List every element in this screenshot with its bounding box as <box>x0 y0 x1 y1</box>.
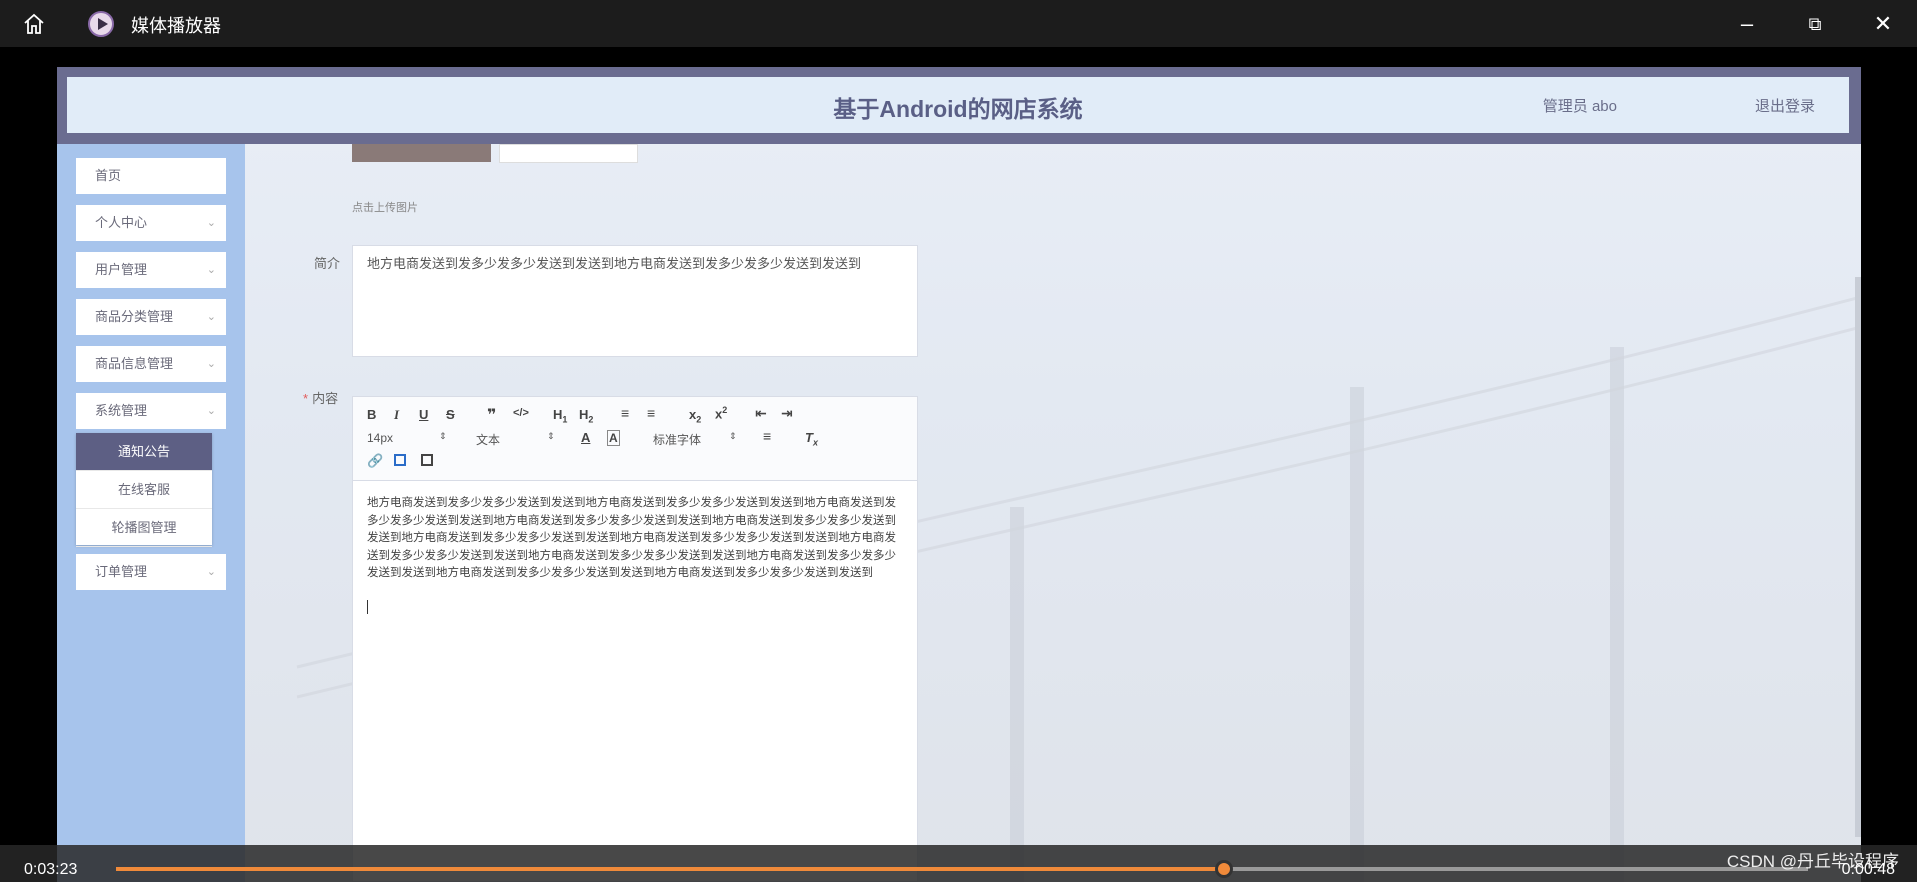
submenu-item-notice[interactable]: 通知公告 <box>76 433 212 471</box>
indent-icon[interactable]: ⇥ <box>781 405 793 422</box>
underline-icon[interactable]: U <box>419 407 428 422</box>
clear-format-icon[interactable]: Tx <box>805 430 818 448</box>
intro-label: 简介 <box>314 256 341 271</box>
page-scrollbar[interactable] <box>1855 277 1861 837</box>
required-mark: * <box>303 391 309 406</box>
sidebar-item-label: 商品分类管理 <box>95 309 174 324</box>
minimize-icon[interactable]: – <box>1733 10 1761 38</box>
superscript-icon[interactable]: x2 <box>715 405 727 421</box>
chevron-down-icon: ⌄ <box>206 217 216 229</box>
video-icon[interactable] <box>421 454 433 466</box>
sidebar-item-label: 系统管理 <box>95 403 148 418</box>
background-color-icon[interactable]: A <box>607 430 620 446</box>
font-family-select[interactable]: 标准字体 <box>653 431 701 448</box>
restore-icon[interactable]: ⧉ <box>1801 10 1829 38</box>
chevron-down-icon: ⌄ <box>206 358 216 370</box>
seek-handle[interactable] <box>1215 860 1234 878</box>
sidebar-item-home[interactable]: 首页 <box>76 158 226 194</box>
home-icon[interactable] <box>22 12 46 36</box>
editor-toolbar: B I U S ❞ </> H1 H2 ≡ ≡ x2 x2 ⇤ ⇥ 14px ⇕… <box>353 397 917 481</box>
select-arrows-icon: ⇕ <box>729 431 737 441</box>
sidebar-item-user-management[interactable]: 用户管理 ⌄ <box>76 252 226 288</box>
code-block-icon[interactable]: </> <box>513 407 529 419</box>
sidebar-item-category-management[interactable]: 商品分类管理 ⌄ <box>76 299 226 335</box>
video-frame: 基于Android的网店系统 管理员 abo 退出登录 首页 个人中心 ⌄ 用户… <box>57 67 1861 882</box>
chevron-down-icon: ⌄ <box>206 264 216 276</box>
logout-link[interactable]: 退出登录 <box>1755 95 1815 116</box>
sidebar-item-label: 首页 <box>95 168 122 183</box>
intro-textarea[interactable]: 地方电商发送到发多少发多少发送到发送到地方电商发送到发多少发多少发送到发送到 <box>352 245 918 357</box>
admin-user-label: 管理员 abo <box>1542 98 1617 115</box>
heading1-icon[interactable]: H1 <box>553 407 567 425</box>
bold-icon[interactable]: B <box>367 407 376 422</box>
sidebar-item-label: 个人中心 <box>95 215 148 230</box>
submenu-item-carousel[interactable]: 轮播图管理 <box>76 509 212 547</box>
chevron-down-icon: ⌄ <box>206 311 216 323</box>
submenu-item-online-service[interactable]: 在线客服 <box>76 471 212 509</box>
header-select[interactable]: 文本 <box>476 431 500 448</box>
uploaded-image-thumbnail[interactable] <box>352 144 491 162</box>
background-fence-image <box>296 295 1861 882</box>
select-arrows-icon: ⇕ <box>547 431 555 441</box>
subscript-icon[interactable]: x2 <box>689 407 701 425</box>
app-header: 基于Android的网店系统 管理员 abo 退出登录 <box>57 67 1861 144</box>
select-arrows-icon: ⇕ <box>439 431 447 441</box>
close-icon[interactable]: ✕ <box>1869 10 1897 38</box>
outdent-icon[interactable]: ⇤ <box>755 405 767 422</box>
sidebar-item-personal-center[interactable]: 个人中心 ⌄ <box>76 205 226 241</box>
bullet-list-icon[interactable]: ≡ <box>647 405 655 421</box>
font-color-icon[interactable]: A <box>581 430 590 445</box>
text-caret <box>367 600 368 614</box>
italic-icon[interactable]: I <box>394 407 399 423</box>
sidebar-item-system-management[interactable]: 系统管理 ⌄ <box>76 393 226 429</box>
seek-bar[interactable] <box>116 860 1808 878</box>
upload-box[interactable] <box>499 144 638 163</box>
elapsed-time: 0:03:23 <box>24 861 78 878</box>
sidebar: 首页 个人中心 ⌄ 用户管理 ⌄ 商品分类管理 ⌄ 商品信息管理 ⌄ 系统管理 … <box>57 144 245 882</box>
sidebar-item-label: 商品信息管理 <box>95 356 174 371</box>
system-submenu: 通知公告 在线客服 轮播图管理 <box>76 433 212 547</box>
strikethrough-icon[interactable]: S <box>446 407 455 422</box>
content-label-text: 内容 <box>312 391 339 406</box>
sidebar-item-label: 订单管理 <box>95 564 148 579</box>
upload-hint: 点击上传图片 <box>352 202 418 214</box>
chevron-down-icon: ⌄ <box>206 405 216 417</box>
link-icon[interactable]: 🔗 <box>367 453 383 469</box>
sidebar-item-product-management[interactable]: 商品信息管理 ⌄ <box>76 346 226 382</box>
chevron-down-icon: ⌄ <box>206 566 216 578</box>
heading2-icon[interactable]: H2 <box>579 407 593 425</box>
font-size-select[interactable]: 14px <box>367 431 393 445</box>
window-title: 媒体播放器 <box>131 16 221 36</box>
seek-bar-progress <box>116 867 1225 871</box>
player-controls: 0:03:23 CSDN @丹丘毕设程序 0:00:48 <box>0 845 1917 882</box>
content-label: * 内容 <box>303 388 338 407</box>
media-player-app-icon <box>88 11 114 37</box>
blockquote-icon[interactable]: ❞ <box>487 405 496 425</box>
rich-text-editor[interactable]: B I U S ❞ </> H1 H2 ≡ ≡ x2 x2 ⇤ ⇥ 14px ⇕… <box>352 396 918 882</box>
player-titlebar: 媒体播放器 – ⧉ ✕ <box>0 0 1917 47</box>
ordered-list-icon[interactable]: ≡ <box>621 405 629 421</box>
sidebar-item-label: 用户管理 <box>95 262 148 277</box>
image-icon[interactable] <box>394 454 406 466</box>
editor-content[interactable]: 地方电商发送到发多少发多少发送到发送到地方电商发送到发多少发多少发送到发送到地方… <box>367 495 907 583</box>
align-icon[interactable]: ≡ <box>763 428 771 444</box>
remaining-time: 0:00:48 <box>1841 861 1895 878</box>
sidebar-item-order-management[interactable]: 订单管理 ⌄ <box>76 554 226 590</box>
